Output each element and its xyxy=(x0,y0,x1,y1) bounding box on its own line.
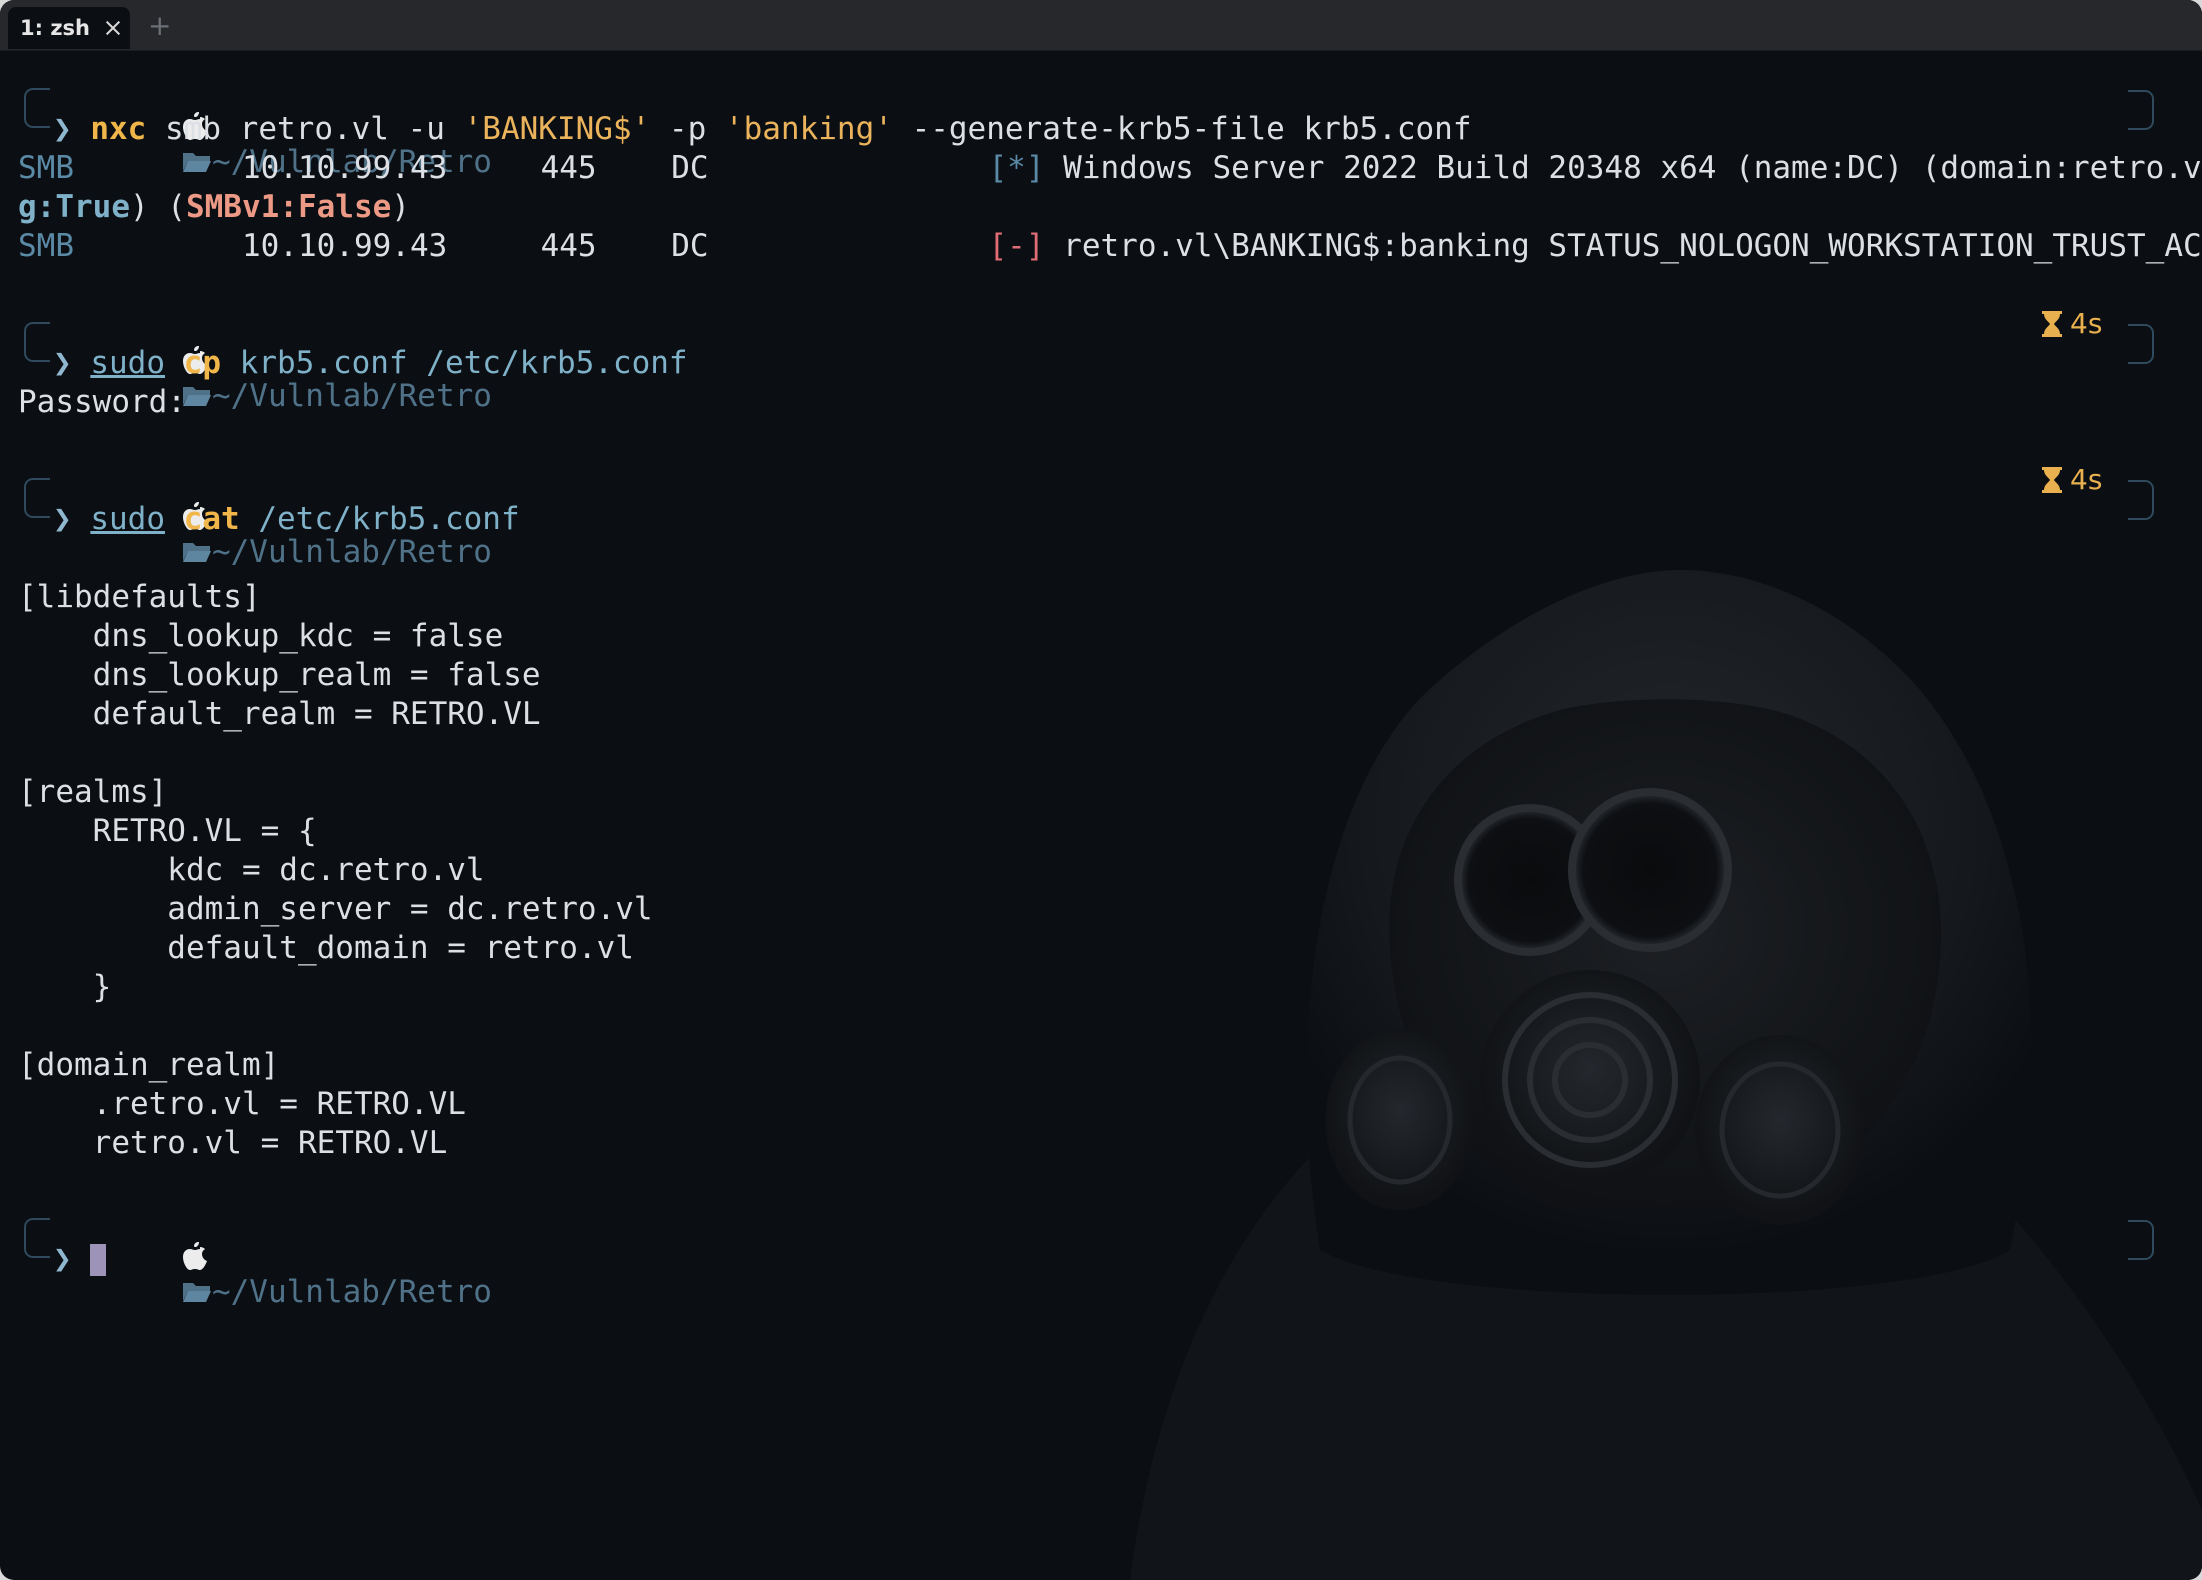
prompt-line: ~/Vulnlab/Retro xyxy=(70,72,492,180)
command-args: krb5.conf /etc/krb5.conf xyxy=(221,345,688,381)
output-line: SMB 10.10.99.43 445 DC [-] retro.vl\BANK… xyxy=(18,228,2202,264)
prompt-arrow: ❯ xyxy=(53,345,72,381)
config-line: RETRO.VL = { xyxy=(18,813,317,849)
config-line: [domain_realm] xyxy=(18,1047,280,1083)
terminal-output[interactable]: ~/Vulnlab/Retro ❯ nxc smb retro.vl -u 'B… xyxy=(0,50,2202,1580)
command-duration: 4s xyxy=(2040,306,2102,342)
signing-value: g:True xyxy=(18,189,130,225)
info-tag: [*] xyxy=(988,150,1045,186)
sudo-keyword: sudo xyxy=(90,501,165,537)
output-text: 10.10.99.43 445 DC xyxy=(74,228,989,264)
tab-bar: 1: zsh + xyxy=(0,0,2202,51)
tab-zsh[interactable]: 1: zsh xyxy=(8,7,130,49)
config-line: default_realm = RETRO.VL xyxy=(18,696,541,732)
tab-title: 1: zsh xyxy=(20,16,90,40)
text-cursor[interactable] xyxy=(90,1244,107,1276)
prompt-bracket-right xyxy=(2128,324,2154,364)
output-line: g:True) (SMBv1:False) xyxy=(18,189,410,225)
prompt-bracket-left xyxy=(24,478,50,518)
prompt-bracket-right xyxy=(2128,1220,2154,1260)
output-text: ) ( xyxy=(129,189,186,225)
command-line: ❯ sudo cat /etc/krb5.conf xyxy=(53,501,520,537)
timer-value: 4s xyxy=(2070,463,2103,496)
protocol-label: SMB xyxy=(18,228,74,264)
config-line: admin_server = dc.retro.vl xyxy=(18,891,653,927)
command-name: nxc xyxy=(90,111,147,147)
config-line: dns_lookup_realm = false xyxy=(18,657,541,693)
hourglass-icon xyxy=(2042,467,2062,493)
terminal-window: 1: zsh + ~/Vulnlab/Retro ❯ nxc smb retro… xyxy=(0,0,2202,1580)
prompt-line: ~/Vulnlab/Retro xyxy=(70,462,492,570)
error-tag: [-] xyxy=(988,228,1045,264)
output-line: Password: xyxy=(18,384,186,420)
config-line: } xyxy=(18,969,112,1005)
folder-icon xyxy=(182,1283,211,1302)
prompt-arrow: ❯ xyxy=(53,501,72,537)
config-line: default_domain = retro.vl xyxy=(18,930,634,966)
prompt-bracket-left xyxy=(24,1218,50,1258)
command-args: --generate-krb5-file krb5.conf xyxy=(892,111,1472,147)
new-tab-button[interactable]: + xyxy=(148,9,171,42)
prompt-arrow: ❯ xyxy=(53,111,72,147)
prompt-line: ~/Vulnlab/Retro xyxy=(70,306,492,414)
folder-icon xyxy=(182,543,211,562)
command-args: -p xyxy=(650,111,725,147)
command-string: 'banking' xyxy=(724,111,893,147)
prompt-arrow: ❯ xyxy=(53,1241,72,1277)
prompt-bracket-left xyxy=(24,88,50,128)
protocol-label: SMB xyxy=(18,150,74,186)
output-text: ) xyxy=(391,189,410,225)
prompt-bracket-right xyxy=(2128,90,2154,130)
sudo-keyword: sudo xyxy=(90,345,165,381)
hourglass-icon xyxy=(2042,311,2062,337)
config-line: [libdefaults] xyxy=(18,579,261,615)
output-text: 10.10.99.43 445 DC xyxy=(74,150,989,186)
output-text: retro.vl\BANKING$:banking STATUS_NOLOGON… xyxy=(1044,228,2202,264)
config-line: retro.vl = RETRO.VL xyxy=(18,1125,448,1161)
prompt-path: ~/Vulnlab/Retro xyxy=(211,378,492,414)
command-name: cat xyxy=(183,501,240,537)
command-line: ❯ nxc smb retro.vl -u 'BANKING$' -p 'ban… xyxy=(53,111,1471,147)
prompt-bracket-right xyxy=(2128,480,2154,520)
apple-icon xyxy=(182,1242,207,1270)
config-line: kdc = dc.retro.vl xyxy=(18,852,485,888)
folder-icon xyxy=(182,387,211,406)
close-icon[interactable] xyxy=(104,19,122,37)
config-line: [realms] xyxy=(18,774,168,810)
output-text: Windows Server 2022 Build 20348 x64 (nam… xyxy=(1044,150,2202,186)
command-string: 'BANKING$' xyxy=(463,111,651,147)
command-args: /etc/krb5.conf xyxy=(239,501,520,537)
smbv1-value: SMBv1:False xyxy=(185,189,392,225)
command-args: smb retro.vl -u xyxy=(146,111,464,147)
command-line: ❯ sudo cp krb5.conf /etc/krb5.conf xyxy=(53,345,688,381)
command-duration: 4s xyxy=(2040,462,2102,498)
timer-value: 4s xyxy=(2070,307,2103,340)
config-line: .retro.vl = RETRO.VL xyxy=(18,1086,466,1122)
output-line: SMB 10.10.99.43 445 DC [*] Windows Serve… xyxy=(18,150,2202,186)
config-line: dns_lookup_kdc = false xyxy=(18,618,504,654)
prompt-path: ~/Vulnlab/Retro xyxy=(211,534,492,570)
prompt-line: ~/Vulnlab/Retro xyxy=(70,1202,492,1310)
prompt-bracket-left xyxy=(24,322,50,362)
prompt-path: ~/Vulnlab/Retro xyxy=(211,1274,492,1310)
active-command-line[interactable]: ❯ xyxy=(53,1241,107,1277)
command-name: cp xyxy=(183,345,221,381)
